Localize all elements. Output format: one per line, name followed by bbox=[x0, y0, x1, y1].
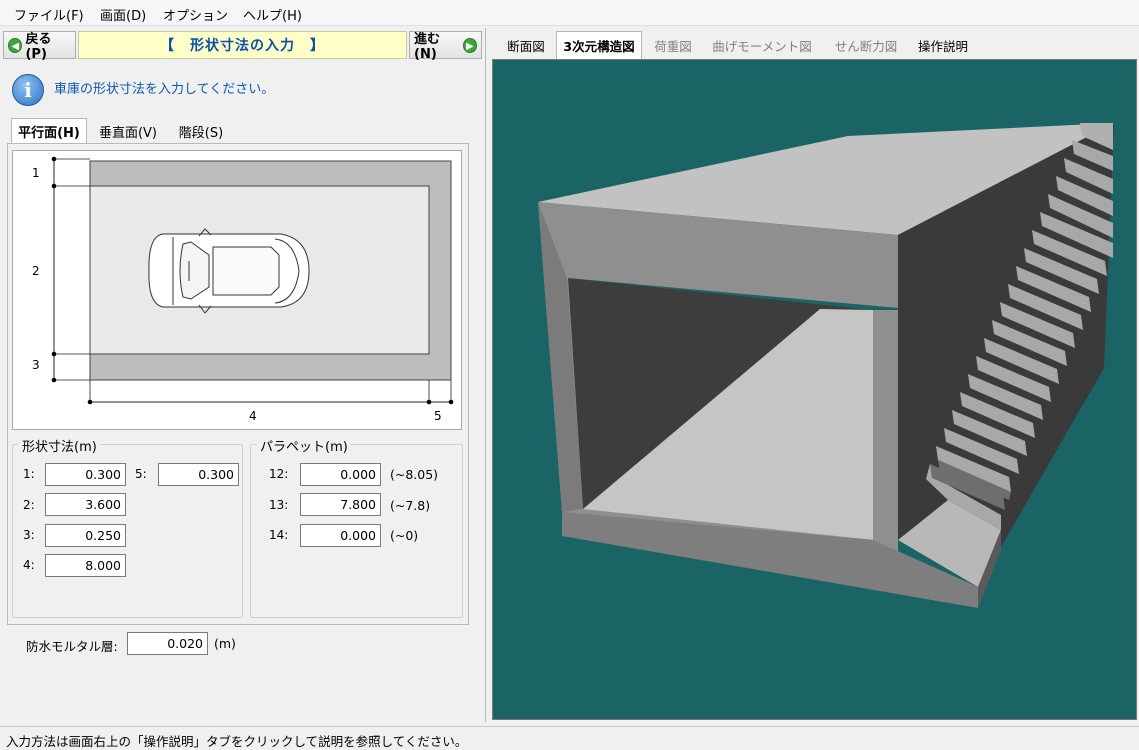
tab-3d-structure[interactable]: 3次元構造図 bbox=[556, 31, 642, 59]
input-panel: ◀ 戻る(P) 【 形状寸法の入力 】 進む(N) ▶ i 車庫の形状寸法を入力… bbox=[0, 28, 486, 722]
menu-file[interactable]: ファイル(F) bbox=[14, 5, 84, 24]
tab-label: せん断力図 bbox=[834, 38, 898, 54]
tab-label: 操作説明 bbox=[917, 38, 968, 54]
tab-shear-force[interactable]: せん断力図 bbox=[826, 31, 906, 59]
status-bar: 入力方法は画面右上の「操作説明」タブをクリックして説明を参照してください。 bbox=[0, 726, 1139, 750]
dimension-2-input[interactable] bbox=[45, 493, 126, 516]
field-label-5: 5: bbox=[135, 467, 147, 481]
range-14: (~0) bbox=[390, 528, 419, 543]
parapet-group: パラペット(m) 12: (~8.05) 13: (~7.8) 14: (~0) bbox=[250, 436, 463, 618]
menu-help[interactable]: ヘルプ(H) bbox=[243, 5, 302, 24]
mortar-unit: (m) bbox=[214, 636, 236, 651]
tab-label: 垂直面(V) bbox=[98, 125, 158, 141]
tab-vertical-plane[interactable]: 垂直面(V) bbox=[90, 118, 166, 144]
tab-operation-guide[interactable]: 操作説明 bbox=[910, 31, 976, 59]
page-title: 【 形状寸法の入力 】 bbox=[78, 31, 407, 59]
dimension-3-input[interactable] bbox=[45, 524, 126, 547]
parapet-14-input[interactable] bbox=[300, 524, 381, 547]
garage-3d-model bbox=[538, 123, 1114, 608]
mortar-input[interactable] bbox=[127, 632, 208, 655]
dimension-5-input[interactable] bbox=[158, 463, 239, 486]
car-icon bbox=[148, 228, 310, 314]
3d-viewport[interactable] bbox=[492, 59, 1137, 720]
menu-option[interactable]: オプション bbox=[163, 5, 228, 24]
tab-label: 3次元構造図 bbox=[563, 39, 635, 54]
range-13: (~7.8) bbox=[390, 498, 431, 513]
group-title: パラペット(m) bbox=[257, 436, 351, 455]
forward-button[interactable]: 進む(N) ▶ bbox=[409, 31, 482, 62]
field-label-13: 13: bbox=[269, 498, 289, 512]
instruction-text: 車庫の形状寸法を入力してください。 bbox=[54, 82, 275, 97]
forward-button-label: 進む(N) bbox=[414, 32, 441, 62]
tab-label: 荷重図 bbox=[654, 38, 692, 54]
tab-load-diagram[interactable]: 荷重図 bbox=[645, 31, 701, 59]
parapet-12-input[interactable] bbox=[300, 463, 381, 486]
tab-label: 断面図 bbox=[507, 38, 545, 54]
menu-screen[interactable]: 画面(D) bbox=[100, 5, 146, 24]
tab-bending-moment[interactable]: 曲げモーメント図 bbox=[706, 31, 818, 59]
field-label-4: 4: bbox=[23, 558, 35, 572]
info-icon: i bbox=[12, 74, 44, 106]
range-12: (~8.05) bbox=[390, 467, 439, 482]
group-title: 形状寸法(m) bbox=[19, 436, 100, 455]
tab-content: 1 2 3 4 5 形状寸法(m) 1: 5: 2: 3: 4: パラペット(m… bbox=[7, 143, 469, 625]
dim-label-3: 3 bbox=[32, 358, 40, 372]
dim-label-2: 2 bbox=[32, 264, 40, 278]
arrow-right-icon: ▶ bbox=[462, 37, 477, 53]
parapet-13-input[interactable] bbox=[300, 493, 381, 516]
field-label-3: 3: bbox=[23, 528, 35, 542]
dimension-4-input[interactable] bbox=[45, 554, 126, 577]
tab-label: 曲げモーメント図 bbox=[712, 38, 812, 54]
tab-horizontal-plane[interactable]: 平行面(H) bbox=[11, 118, 87, 144]
plan-diagram: 1 2 3 4 5 bbox=[12, 150, 462, 430]
status-text: 入力方法は画面右上の「操作説明」タブをクリックして説明を参照してください。 bbox=[6, 734, 468, 749]
tab-cross-section[interactable]: 断面図 bbox=[496, 31, 556, 59]
back-button-label: 戻る(P) bbox=[25, 32, 52, 62]
field-label-1: 1: bbox=[23, 467, 35, 481]
arrow-left-icon: ◀ bbox=[8, 37, 23, 53]
dimension-1-input[interactable] bbox=[45, 463, 126, 486]
back-button[interactable]: ◀ 戻る(P) bbox=[3, 31, 76, 62]
view-panel: 断面図 3次元構造図 荷重図 曲げモーメント図 せん断力図 操作説明 bbox=[490, 28, 1139, 722]
menu-bar: ファイル(F) 画面(D) オプション ヘルプ(H) bbox=[0, 0, 1139, 26]
dim-label-5: 5 bbox=[434, 409, 442, 423]
shape-dimensions-group: 形状寸法(m) 1: 5: 2: 3: 4: bbox=[12, 436, 243, 618]
mortar-label: 防水モルタル層: bbox=[26, 639, 118, 654]
dim-label-1: 1 bbox=[32, 166, 40, 180]
field-label-12: 12: bbox=[269, 467, 289, 481]
field-label-14: 14: bbox=[269, 528, 289, 542]
field-label-2: 2: bbox=[23, 498, 35, 512]
tab-label: 階段(S) bbox=[178, 125, 224, 141]
dim-label-4: 4 bbox=[249, 409, 257, 423]
tab-label: 平行面(H) bbox=[18, 126, 80, 141]
tab-stairs[interactable]: 階段(S) bbox=[168, 118, 234, 144]
